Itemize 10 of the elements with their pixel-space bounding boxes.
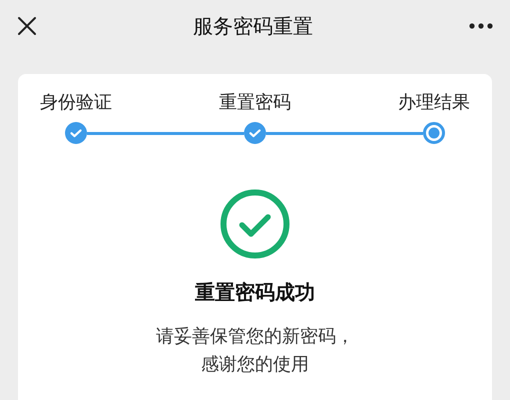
result-message-line: 感谢您的使用 xyxy=(201,353,309,377)
step-label: 身份验证 xyxy=(39,91,113,115)
close-icon xyxy=(17,16,37,36)
success-check-icon xyxy=(220,189,290,259)
more-icon xyxy=(469,23,493,29)
result-message-line: 请妥善保管您的新密码， xyxy=(156,325,354,349)
page-title: 服务密码重置 xyxy=(193,13,313,40)
step-label: 办理结果 xyxy=(397,91,471,115)
result-title: 重置密码成功 xyxy=(195,279,315,306)
step-label: 重置密码 xyxy=(218,91,292,115)
